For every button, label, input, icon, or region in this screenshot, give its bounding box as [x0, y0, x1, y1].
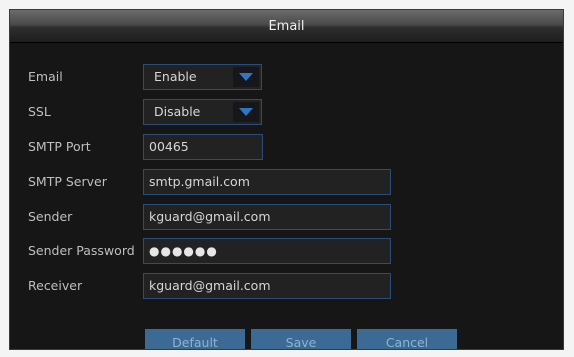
receiver-input[interactable]: kguard@gmail.com [143, 273, 391, 299]
sender-password-label: Sender Password [28, 243, 135, 258]
smtp-server-label: SMTP Server [28, 174, 107, 189]
sender-label: Sender [28, 209, 73, 224]
chevron-down-icon[interactable] [233, 67, 259, 87]
ssl-select[interactable]: Disable [143, 99, 262, 125]
default-button[interactable]: Default [145, 329, 245, 349]
sender-input[interactable]: kguard@gmail.com [143, 204, 391, 230]
chevron-down-icon[interactable] [233, 102, 259, 122]
dialog-title: Email [268, 18, 305, 34]
smtp-port-input[interactable]: 00465 [143, 134, 263, 160]
ssl-select-value: Disable [154, 104, 201, 119]
cancel-button[interactable]: Cancel [357, 329, 457, 349]
email-select-value: Enable [154, 69, 197, 84]
ssl-label: SSL [28, 104, 51, 119]
email-select[interactable]: Enable [143, 64, 262, 90]
email-label: Email [28, 69, 63, 84]
receiver-label: Receiver [28, 278, 83, 293]
smtp-port-label: SMTP Port [28, 139, 91, 154]
email-dialog: Email Email Enable SSL Disable SMTP Port… [9, 9, 564, 350]
dialog-titlebar: Email [10, 10, 563, 43]
smtp-server-input[interactable]: smtp.gmail.com [143, 169, 391, 195]
sender-password-input[interactable]: ●●●●●● [143, 238, 391, 264]
save-button[interactable]: Save [251, 329, 351, 349]
